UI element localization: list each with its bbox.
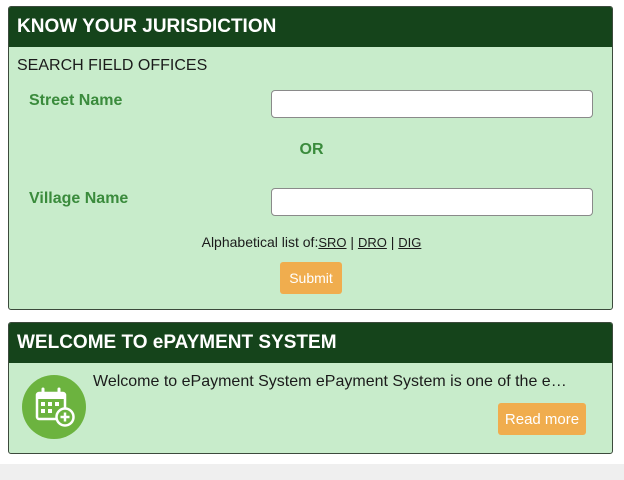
footer-strip [0, 464, 624, 480]
epayment-panel: WELCOME TO ePAYMENT SYSTEM Welcome to eP… [8, 322, 613, 454]
village-name-label: Village Name [29, 190, 129, 207]
link-separator: | [350, 234, 355, 250]
calendar-icon [22, 375, 86, 439]
link-separator: | [390, 234, 395, 250]
or-separator: OR [299, 141, 324, 158]
epayment-header: WELCOME TO ePAYMENT SYSTEM [9, 323, 612, 363]
read-more-button[interactable]: Read more [498, 403, 586, 435]
alphabetical-list-prefix: Alphabetical list of: [201, 234, 319, 250]
street-name-input[interactable] [271, 90, 593, 118]
submit-button[interactable]: Submit [280, 262, 342, 294]
street-name-label: Street Name [29, 92, 123, 109]
dro-link[interactable]: DRO [358, 235, 387, 250]
village-name-input[interactable] [271, 188, 593, 216]
alphabetical-list: Alphabetical list of:SRO | DRO | DIG [9, 234, 612, 250]
jurisdiction-panel: KNOW YOUR JURISDICTION SEARCH FIELD OFFI… [8, 6, 613, 310]
sro-link[interactable]: SRO [318, 235, 346, 250]
welcome-text: Welcome to ePayment System ePayment Syst… [93, 373, 567, 390]
dig-link[interactable]: DIG [398, 235, 421, 250]
jurisdiction-header: KNOW YOUR JURISDICTION [9, 7, 612, 47]
search-field-offices-subtitle: SEARCH FIELD OFFICES [17, 57, 208, 74]
